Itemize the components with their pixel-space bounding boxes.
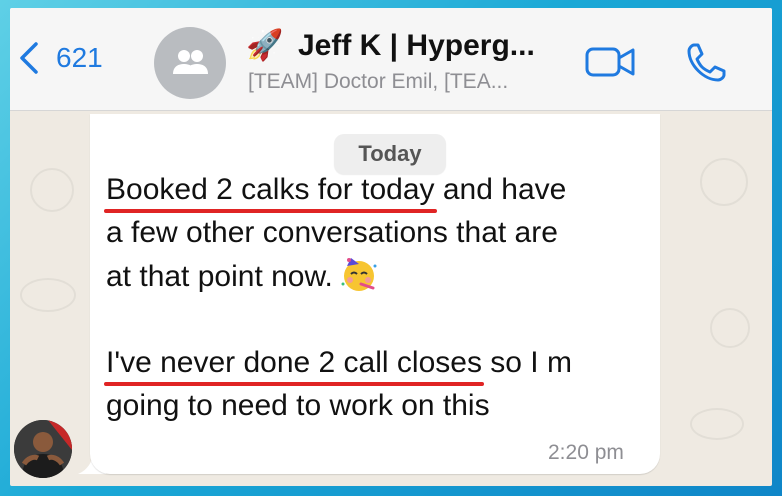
video-call-button[interactable] xyxy=(584,44,638,80)
wallpaper-doodle xyxy=(20,278,76,312)
chevron-left-icon xyxy=(20,42,38,74)
message-line: at that point now. xyxy=(106,260,333,293)
chat-screen: 621 🚀 Jeff K | Hyperg... [TEAM] Doctor E… xyxy=(10,8,772,486)
sender-avatar[interactable] xyxy=(14,420,72,478)
sender-photo xyxy=(14,420,72,478)
chat-title-block[interactable]: 🚀 Jeff K | Hyperg... [TEAM] Doctor Emil,… xyxy=(246,26,576,94)
wallpaper-doodle xyxy=(700,158,748,206)
wallpaper-doodle xyxy=(710,308,750,348)
group-icon xyxy=(173,50,208,74)
chat-participants: [TEAM] Doctor Emil, [TEA... xyxy=(248,70,509,93)
message-line: and have xyxy=(434,173,567,206)
message-line: a few other conversations that are xyxy=(106,216,558,249)
highlighted-phrase: I've never done 2 call closes xyxy=(106,346,482,379)
wallpaper-doodle xyxy=(690,408,744,440)
message-timestamp: 2:20 pm xyxy=(548,441,624,464)
rocket-icon: 🚀 xyxy=(246,29,284,62)
group-avatar[interactable] xyxy=(154,27,226,99)
chat-title: Jeff K | Hyperg... xyxy=(298,29,535,62)
message-text: Booked 2 calks for today and have a few … xyxy=(106,168,656,427)
message-line: so I m xyxy=(481,346,572,379)
previous-text-fragment xyxy=(346,100,370,124)
unread-count: 621 xyxy=(56,42,103,73)
chat-header: 621 🚀 Jeff K | Hyperg... [TEAM] Doctor E… xyxy=(10,8,772,111)
voice-call-button[interactable] xyxy=(682,39,730,87)
video-camera-icon xyxy=(585,47,635,77)
highlighted-phrase: Booked 2 calks for today xyxy=(106,173,435,206)
wallpaper-doodle xyxy=(30,168,74,212)
message-line: going to need to work on this xyxy=(106,389,490,422)
back-button[interactable]: 621 xyxy=(16,40,103,76)
phone-icon xyxy=(687,43,726,82)
partying-face-emoji xyxy=(339,254,379,294)
